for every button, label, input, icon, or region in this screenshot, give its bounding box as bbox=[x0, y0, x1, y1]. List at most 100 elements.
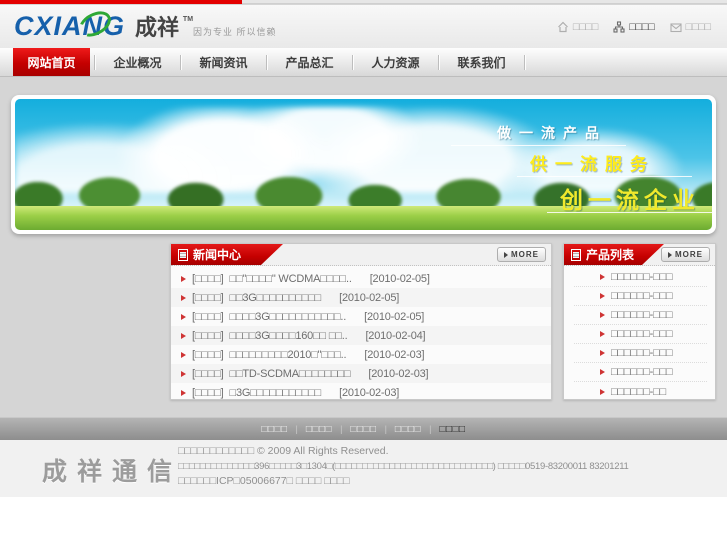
bullet-arrow-icon bbox=[181, 313, 186, 320]
bullet-arrow-icon bbox=[181, 332, 186, 339]
nav-divider bbox=[438, 54, 439, 70]
news-title-ribbon: 新闻中心 bbox=[171, 244, 283, 265]
product-item-label: □□□□□□-□□□ bbox=[611, 309, 673, 321]
page: CXIANG 成祥 TM 因为专业 所以信赖 □□□□ □□□□ □□□□ 网站… bbox=[0, 0, 727, 545]
footer-link-divider: | bbox=[384, 424, 387, 434]
news-category: [□□□□] bbox=[192, 386, 224, 399]
footer-link-divider: | bbox=[340, 424, 343, 434]
news-category: [□□□□] bbox=[192, 310, 224, 323]
product-item[interactable]: □□□□□□-□□□ bbox=[574, 306, 707, 325]
news-date: [2010-02-05] bbox=[369, 272, 430, 285]
slogan-underline bbox=[451, 145, 626, 146]
more-arrow-icon bbox=[504, 251, 508, 258]
bullet-arrow-icon bbox=[600, 274, 605, 280]
product-item[interactable]: □□□□□□-□□□ bbox=[574, 268, 707, 287]
hero-banner: 做一流产品 供一流服务 创一流企业 bbox=[11, 95, 716, 234]
news-panel-header: 新闻中心 MORE bbox=[171, 244, 551, 266]
news-date: [2010-02-03] bbox=[364, 348, 425, 361]
news-category: [□□□□] bbox=[192, 291, 224, 304]
home-icon bbox=[557, 21, 569, 33]
trademark-label: TM bbox=[182, 16, 194, 23]
nav-divider bbox=[94, 54, 95, 70]
news-item[interactable]: [□□□□] □□"□□□□" WCDMA□□□□.. [2010-02-05] bbox=[171, 269, 551, 288]
product-item-label: □□□□□□-□□□ bbox=[611, 271, 673, 283]
product-item-label: □□□□□□-□□□ bbox=[611, 366, 673, 378]
news-center-panel: 新闻中心 MORE [□□□□] □□"□□□□" WCDMA□□□□.. [2… bbox=[170, 243, 552, 400]
footer: 成祥通信 □□□□□□□□□□□□ © 2009 All Rights Rese… bbox=[0, 440, 727, 497]
logo-chinese-text: 成祥 TM bbox=[135, 15, 193, 41]
top-link-label: □□□□ bbox=[572, 21, 599, 33]
top-link-sitemap[interactable]: □□□□ bbox=[613, 21, 655, 33]
bullet-arrow-icon bbox=[600, 388, 605, 395]
product-item-label: □□□□□□-□□□ bbox=[611, 347, 673, 359]
product-list: □□□□□□-□□□ □□□□□□-□□□ □□□□□□-□□□ □□□□□□-… bbox=[564, 266, 715, 401]
news-date: [2010-02-04] bbox=[365, 329, 426, 342]
nav-tab-news[interactable]: 新闻资讯 bbox=[185, 48, 262, 76]
news-category: [□□□□] bbox=[192, 348, 224, 361]
nav-tab-home[interactable]: 网站首页 bbox=[13, 48, 90, 76]
news-panel-title: 新闻中心 bbox=[193, 248, 242, 262]
copyright-line: □□□□□□□□□□□□ © 2009 All Rights Reserved. bbox=[178, 445, 389, 457]
nav-tab-hr[interactable]: 人力资源 bbox=[357, 48, 434, 76]
more-arrow-icon bbox=[668, 251, 672, 258]
nav-tab-company[interactable]: 企业概况 bbox=[99, 48, 176, 76]
news-date: [2010-02-03] bbox=[368, 367, 429, 380]
bullet-arrow-icon bbox=[181, 351, 186, 358]
bullet-arrow-icon bbox=[181, 370, 186, 377]
nav-divider bbox=[266, 54, 267, 70]
product-item[interactable]: □□□□□□-□□□ bbox=[574, 363, 707, 382]
nav-divider bbox=[352, 54, 353, 70]
footer-text-block: □□□□□□□□□□□□ © 2009 All Rights Reserved.… bbox=[178, 444, 629, 489]
product-icon bbox=[571, 249, 581, 261]
product-panel-title: 产品列表 bbox=[586, 248, 635, 262]
product-item[interactable]: □□□□□□-□□ bbox=[574, 382, 707, 401]
news-title-text: □□□□3G□□□□□□□□□□□.. bbox=[229, 310, 347, 323]
footer-link-divider: | bbox=[295, 424, 298, 434]
product-item[interactable]: □□□□□□-□□□ bbox=[574, 344, 707, 363]
product-item[interactable]: □□□□□□-□□□ bbox=[574, 325, 707, 344]
footer-link[interactable]: □□□□ bbox=[395, 424, 421, 435]
top-link-label: □□□□ bbox=[685, 21, 711, 33]
footer-link[interactable]: □□□□ bbox=[306, 424, 332, 435]
address-phone-line: □□□□□□□□□□□□□□396□□□□□3□1304□(□□□□□□□□□□… bbox=[178, 461, 629, 472]
news-item[interactable]: [□□□□] □□□□3G□□□□160□□ □□.. [2010-02-04] bbox=[171, 326, 551, 345]
footer-link[interactable]: □□□□ bbox=[350, 424, 376, 435]
footer-link-divider: | bbox=[429, 424, 432, 434]
footer-link[interactable]: □□□□ bbox=[439, 424, 465, 435]
logo-cn-label: 成祥 bbox=[135, 15, 180, 40]
news-item[interactable]: [□□□□] □□TD-SCDMA□□□□□□□□ [2010-02-03] bbox=[171, 364, 551, 383]
news-item[interactable]: [□□□□] □□3G□□□□□□□□□□ [2010-02-05] bbox=[171, 288, 551, 307]
news-item[interactable]: [□□□□] □□□□3G□□□□□□□□□□□.. [2010-02-05] bbox=[171, 307, 551, 326]
news-title-text: □□"□□□□" WCDMA□□□□.. bbox=[229, 272, 352, 285]
product-item-label: □□□□□□-□□□ bbox=[611, 328, 673, 340]
top-link-home[interactable]: □□□□ bbox=[557, 21, 598, 33]
news-title-text: □3G□□□□□□□□□□□ bbox=[229, 386, 322, 399]
nav-tab-products[interactable]: 产品总汇 bbox=[271, 48, 348, 76]
slogan-underline bbox=[547, 212, 712, 213]
bullet-arrow-icon bbox=[181, 294, 186, 301]
bullet-arrow-icon bbox=[600, 293, 605, 299]
news-item[interactable]: [□□□□] □3G□□□□□□□□□□□ [2010-02-03] bbox=[171, 383, 551, 402]
news-category: [□□□□] bbox=[192, 272, 224, 285]
top-strip bbox=[0, 0, 727, 4]
news-more-button[interactable]: MORE bbox=[497, 247, 546, 262]
nav-tab-contact[interactable]: 联系我们 bbox=[443, 48, 520, 76]
nav-divider bbox=[524, 54, 525, 70]
product-panel-header: 产品列表 MORE bbox=[564, 244, 715, 266]
footer-link-bar: □□□□ | □□□□ | □□□□ | □□□□ | □□□□ bbox=[0, 417, 727, 440]
bullet-arrow-icon bbox=[600, 312, 605, 318]
banner-image: 做一流产品 供一流服务 创一流企业 bbox=[15, 99, 712, 230]
news-date: [2010-02-05] bbox=[339, 291, 400, 304]
product-more-button[interactable]: MORE bbox=[661, 247, 710, 262]
bullet-arrow-icon bbox=[181, 275, 186, 282]
product-item[interactable]: □□□□□□-□□□ bbox=[574, 287, 707, 306]
mail-icon bbox=[670, 22, 682, 33]
news-item[interactable]: [□□□□] □□□□□□□□□2010□"□□□.. [2010-02-03] bbox=[171, 345, 551, 364]
product-item-label: □□□□□□-□□□ bbox=[611, 290, 673, 302]
top-link-contact[interactable]: □□□□ bbox=[670, 21, 711, 33]
bullet-arrow-icon bbox=[600, 331, 605, 337]
footer-link[interactable]: □□□□ bbox=[261, 424, 287, 435]
more-label: MORE bbox=[511, 250, 539, 259]
company-logo: CXIANG 成祥 TM 因为专业 所以信赖 bbox=[14, 6, 277, 42]
news-category: [□□□□] bbox=[192, 329, 224, 342]
